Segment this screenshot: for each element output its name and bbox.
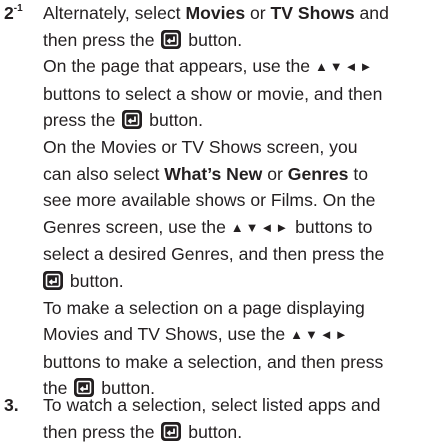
text-line: select a desired Genres, and then press …	[43, 244, 385, 265]
direction-arrows-icon: ▲▼◄►	[314, 59, 375, 75]
enter-button-icon	[161, 421, 182, 441]
text-line: Genres screen, use the ▲▼◄► buttons to	[43, 216, 373, 237]
step-number: 3.	[4, 395, 19, 415]
text-line: see more available shows or Films. On th…	[43, 190, 376, 211]
text-line: Movies and TV Shows, use the ▲▼◄►	[43, 324, 350, 345]
enter-button-icon	[161, 29, 182, 49]
enter-button-icon	[122, 110, 143, 130]
enter-button-icon	[43, 270, 63, 290]
text-line: buttons to select a show or movie, and t…	[43, 83, 383, 104]
direction-arrows-icon: ▲▼◄►	[290, 327, 350, 343]
step-2: 2-1 Alternately, select Movies or TV Sho…	[0, 0, 433, 402]
text-line: Alternately, select Movies or TV Shows a…	[43, 3, 389, 23]
text-line: To make a selection on a page displaying	[43, 297, 365, 318]
text-line: can also select What’s New or Genres to	[43, 163, 368, 184]
text-line: button.	[43, 268, 433, 295]
text-line: On the Movies or TV Shows screen, you	[43, 136, 358, 157]
text-line: then press the button.	[43, 421, 243, 442]
text-line: On the page that appears, use the ▲▼◄►	[43, 56, 375, 77]
text-line: press the button.	[43, 110, 203, 131]
text-line: buttons to make a selection, and then pr…	[43, 351, 384, 372]
step-body: Alternately, select Movies or TV Shows a…	[43, 0, 433, 402]
direction-arrows-icon: ▲▼◄►	[230, 219, 291, 235]
step-3: 3. To watch a selection, select listed a…	[0, 392, 433, 445]
manual-page: 2-1 Alternately, select Movies or TV Sho…	[0, 0, 439, 445]
text-line: then press the button.	[43, 29, 243, 50]
step-number: 2-1	[4, 3, 23, 23]
step-body: To watch a selection, select listed apps…	[43, 392, 433, 445]
text-line: To watch a selection, select listed apps…	[43, 395, 381, 415]
